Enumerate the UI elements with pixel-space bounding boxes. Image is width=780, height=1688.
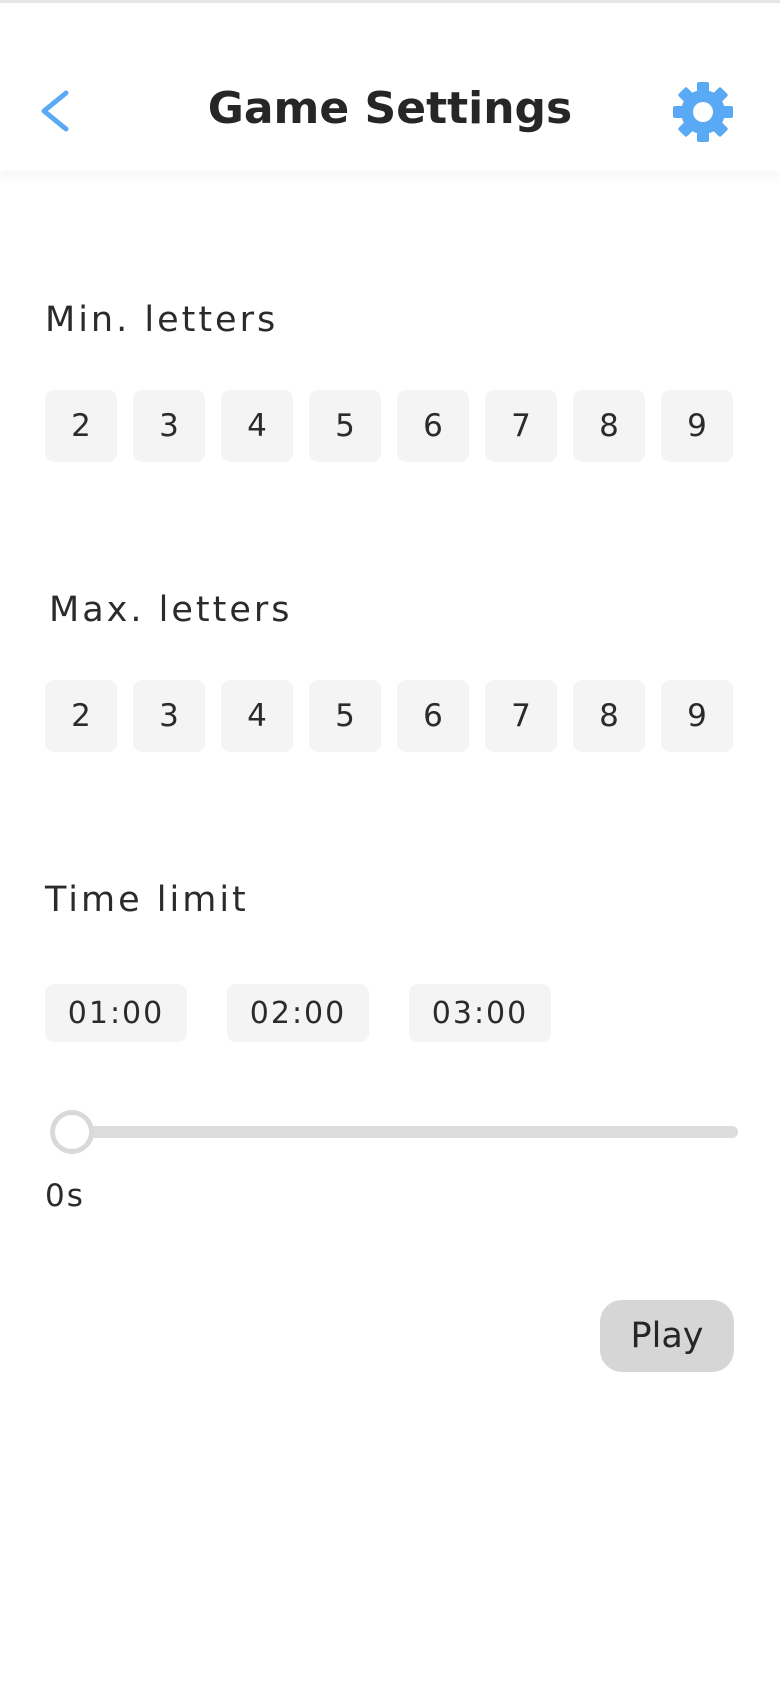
back-button[interactable] — [28, 79, 88, 139]
page-title: Game Settings — [207, 83, 573, 134]
time-preset-button[interactable]: 01:00 — [45, 984, 187, 1042]
min-letters-option[interactable]: 5 — [309, 390, 381, 462]
max-letters-option[interactable]: 4 — [221, 680, 293, 752]
gear-icon — [673, 82, 733, 142]
chevron-left-icon — [41, 90, 69, 132]
time-limit-value: 0s — [45, 1178, 85, 1214]
min-letters-option[interactable]: 4 — [221, 390, 293, 462]
max-letters-option[interactable]: 9 — [661, 680, 733, 752]
min-letters-option[interactable]: 2 — [45, 390, 117, 462]
max-letters-option[interactable]: 2 — [45, 680, 117, 752]
max-letters-option[interactable]: 6 — [397, 680, 469, 752]
time-limit-slider[interactable] — [50, 1110, 740, 1154]
min-letters-option[interactable]: 7 — [485, 390, 557, 462]
time-preset-button[interactable]: 02:00 — [227, 984, 369, 1042]
slider-thumb[interactable] — [50, 1110, 94, 1154]
min-letters-option[interactable]: 3 — [133, 390, 205, 462]
max-letters-label: Max. letters — [49, 590, 293, 630]
app-header: Game Settings — [0, 3, 780, 171]
settings-button[interactable] — [672, 81, 734, 143]
max-letters-option[interactable]: 5 — [309, 680, 381, 752]
min-letters-label: Min. letters — [45, 300, 279, 340]
time-limit-label: Time limit — [45, 880, 249, 920]
slider-track — [50, 1126, 738, 1138]
max-letters-options: 2 3 4 5 6 7 8 9 — [45, 680, 735, 752]
max-letters-option[interactable]: 3 — [133, 680, 205, 752]
max-letters-option[interactable]: 7 — [485, 680, 557, 752]
play-button[interactable]: Play — [600, 1300, 734, 1372]
time-preset-button[interactable]: 03:00 — [409, 984, 551, 1042]
min-letters-options: 2 3 4 5 6 7 8 9 — [45, 390, 735, 462]
time-limit-presets: 01:00 02:00 03:00 — [45, 984, 551, 1042]
min-letters-option[interactable]: 8 — [573, 390, 645, 462]
min-letters-option[interactable]: 9 — [661, 390, 733, 462]
min-letters-option[interactable]: 6 — [397, 390, 469, 462]
max-letters-option[interactable]: 8 — [573, 680, 645, 752]
